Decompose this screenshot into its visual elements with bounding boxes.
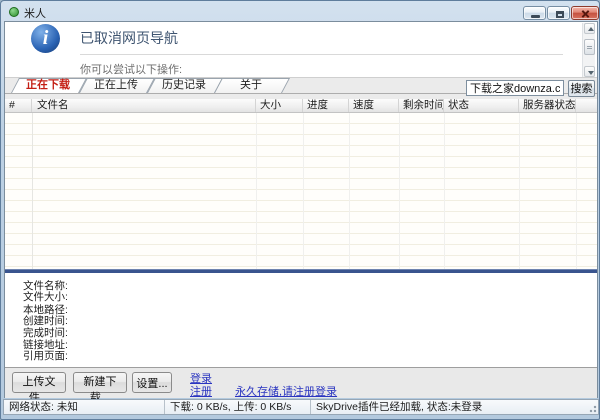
- column-header-progress[interactable]: 进度: [303, 99, 349, 112]
- arrow-down-icon: [588, 71, 594, 75]
- maximize-icon: [556, 11, 564, 18]
- column-header-server-status[interactable]: 服务器状态: [519, 99, 576, 112]
- column-header-filename[interactable]: 文件名: [32, 99, 256, 112]
- network-status: 网络状态: 未知: [4, 400, 164, 414]
- content-area: i 已取消网页导航 你可以尝试以下操作: 正在下载 正在上传 历史记录 关于 搜…: [4, 21, 598, 398]
- search-button[interactable]: 搜索: [568, 80, 595, 97]
- arrow-up-icon: [588, 27, 594, 31]
- tab-bar: 正在下载 正在上传 历史记录 关于 搜索: [5, 78, 597, 99]
- maximize-button[interactable]: [547, 6, 570, 20]
- speed-status: 下载: 0 KB/s, 上传: 0 KB/s: [164, 400, 310, 414]
- register-link[interactable]: 注册: [190, 383, 212, 399]
- scroll-down-button[interactable]: [584, 66, 595, 77]
- download-list[interactable]: [5, 113, 597, 269]
- scroll-up-button[interactable]: [584, 23, 595, 34]
- tab-about[interactable]: 关于: [214, 78, 282, 93]
- column-header-index[interactable]: #: [5, 99, 32, 112]
- new-download-button[interactable]: 新建下载...: [73, 372, 127, 393]
- download-list-header: # 文件名 大小 进度 速度 剩余时间 状态 服务器状态: [5, 99, 597, 113]
- screenshot-stage: 米人 i 已取消网页导航 你可以尝试以下操作: 正在下载: [0, 0, 600, 420]
- column-header-status[interactable]: 状态: [444, 99, 519, 112]
- minimize-icon: [531, 15, 540, 18]
- detail-label-finished-time: 完成时间:: [23, 325, 68, 337]
- upload-file-button[interactable]: 上传文件...: [12, 372, 66, 393]
- app-window: 米人 i 已取消网页导航 你可以尝试以下操作: 正在下载: [0, 0, 600, 420]
- permanent-storage-link[interactable]: 永久存储,请注册登录: [235, 383, 337, 399]
- divider: [80, 54, 563, 55]
- tab-downloading[interactable]: 正在下载: [11, 78, 79, 93]
- status-bar: 网络状态: 未知 下载: 0 KB/s, 上传: 0 KB/s SkyDrive…: [3, 399, 599, 415]
- action-bar: 上传文件... 新建下载... 设置... 登录 注册 永久存储,请注册登录: [5, 368, 597, 398]
- column-header-size[interactable]: 大小: [256, 99, 303, 112]
- tab-history[interactable]: 历史记录: [147, 78, 215, 93]
- column-header-speed[interactable]: 速度: [349, 99, 399, 112]
- thumb-grip-icon: [587, 46, 592, 50]
- titlebar[interactable]: 米人: [3, 2, 597, 21]
- resize-grip[interactable]: [587, 403, 597, 413]
- browser-scrollbar[interactable]: [582, 23, 595, 77]
- plugin-status: SkyDrive插件已经加载, 状态:未登录: [310, 400, 586, 414]
- browser-panel: i 已取消网页导航 你可以尝试以下操作:: [5, 22, 597, 78]
- search-input[interactable]: [466, 80, 564, 96]
- close-button[interactable]: [571, 6, 599, 20]
- detail-label-filesize: 文件大小:: [23, 289, 68, 301]
- error-heading: 已取消网页导航: [80, 28, 178, 48]
- tab-uploading[interactable]: 正在上传: [79, 78, 147, 93]
- window-title: 米人: [24, 5, 46, 21]
- error-hint: 你可以尝试以下操作:: [80, 61, 182, 77]
- info-icon: i: [31, 24, 60, 53]
- minimize-button[interactable]: [523, 6, 546, 20]
- detail-label-created-time: 创建时间:: [23, 313, 68, 325]
- app-icon: [9, 7, 19, 17]
- details-panel: 文件名称: 文件大小: 本地路径: 创建时间: 完成时间: 链接地址: 引用页面…: [5, 273, 597, 368]
- column-header-time-left[interactable]: 剩余时间: [399, 99, 444, 112]
- scrollbar-thumb[interactable]: [584, 39, 595, 55]
- settings-button[interactable]: 设置...: [132, 372, 172, 393]
- detail-label-referrer-page: 引用页面:: [23, 348, 68, 360]
